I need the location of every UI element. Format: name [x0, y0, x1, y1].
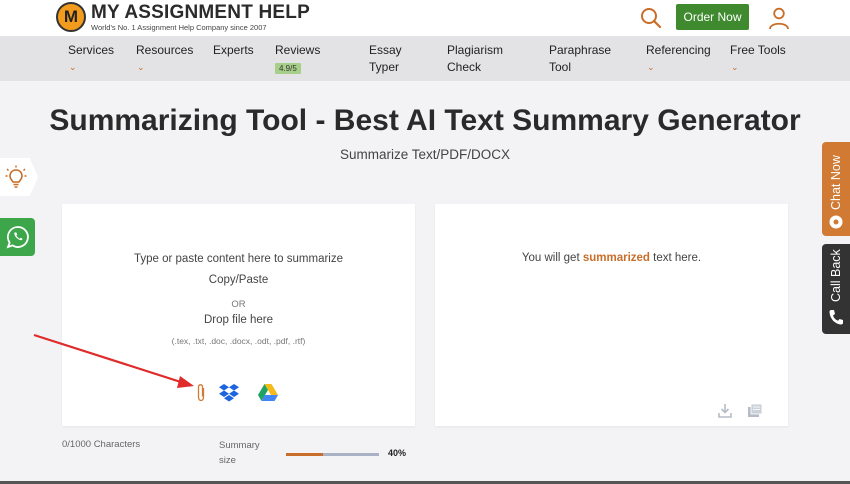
reviews-rating-badge: 4.9/5	[275, 63, 301, 74]
page-subtitle: Summarize Text/PDF/DOCX	[339, 147, 511, 162]
copy-paste-label: Copy/Paste	[208, 274, 269, 286]
character-count: 0/1000 Characters	[62, 439, 141, 450]
logo-text: MY ASSIGNMENT HELP World's No. 1 Assignm…	[91, 3, 310, 32]
summary-size-value: 40%	[388, 448, 407, 458]
chevron-down-icon: ⌄	[647, 62, 655, 72]
nav-plagiarism-line1: Plagiarism	[447, 43, 504, 57]
output-placeholder-highlight: summarized	[582, 252, 650, 264]
nav-essay-typer-line1: Essay	[369, 43, 402, 57]
output-placeholder-pre: You will get	[521, 252, 583, 264]
nav-essay-typer[interactable]: Essay Typer	[369, 42, 402, 76]
chevron-down-icon: ⌄	[731, 62, 739, 72]
ideas-widget[interactable]	[0, 158, 38, 196]
upload-file-button[interactable]	[194, 383, 208, 408]
nav-services[interactable]: Services ⌄	[68, 42, 114, 76]
google-drive-icon	[258, 384, 278, 401]
summary-size-label-line1: Summary	[219, 440, 260, 451]
main-nav: Services ⌄ Resources ⌄ Experts Reviews 4…	[0, 36, 850, 81]
output-placeholder: You will get summarized text here.	[435, 252, 788, 264]
page-title: Summarizing Tool - Best AI Text Summary …	[49, 104, 801, 137]
bulb-icon	[5, 165, 27, 188]
chevron-down-icon: ⌄	[69, 62, 77, 72]
nav-free-tools-label: Free Tools	[730, 43, 786, 57]
nav-paraphrase-line1: Paraphrase	[549, 43, 612, 57]
copy-icon	[748, 403, 763, 417]
nav-free-tools[interactable]: Free Tools ⌄	[730, 42, 786, 76]
summary-size-label-line2: size	[219, 455, 236, 466]
dropbox-upload-button[interactable]	[218, 383, 240, 408]
drop-file-label: Drop file here	[203, 314, 274, 326]
logo-name: MY ASSIGNMENT HELP	[91, 1, 310, 23]
nav-services-label: Services	[68, 43, 115, 57]
summary-size-slider[interactable]	[286, 453, 379, 456]
nav-referencing[interactable]: Referencing ⌄	[646, 42, 711, 76]
site-header: M MY ASSIGNMENT HELP World's No. 1 Assig…	[0, 0, 850, 36]
call-back-tab[interactable]: Call Back	[822, 244, 850, 334]
logo-badge: M	[56, 2, 86, 32]
input-panel[interactable]: Type or paste content here to summarize …	[62, 204, 415, 426]
call-back-label: Call Back	[829, 249, 843, 302]
output-placeholder-post: text here.	[649, 252, 702, 264]
nav-essay-typer-line2: Typer	[369, 60, 400, 74]
output-panel: You will get summarized text here.	[435, 204, 788, 426]
copy-button[interactable]	[747, 403, 763, 423]
chat-now-label: Chat Now	[829, 155, 843, 210]
nav-experts-label: Experts	[213, 43, 254, 57]
search-button[interactable]	[640, 7, 662, 29]
phone-icon	[829, 310, 843, 325]
nav-plagiarism-check[interactable]: Plagiarism Check	[447, 42, 503, 76]
site-logo[interactable]: M MY ASSIGNMENT HELP World's No. 1 Assig…	[56, 2, 310, 32]
nav-resources[interactable]: Resources ⌄	[136, 42, 193, 76]
supported-formats: (.tex, .txt, .doc, .docx, .odt, .pdf, .r…	[171, 336, 306, 346]
user-icon	[769, 7, 789, 30]
whatsapp-icon	[6, 226, 29, 249]
nav-paraphrase-line2: Tool	[549, 60, 572, 74]
input-prompt: Type or paste content here to summarize	[133, 253, 344, 265]
nav-paraphrase-tool[interactable]: Paraphrase Tool	[549, 42, 611, 76]
paperclip-icon	[197, 384, 205, 402]
or-separator: OR	[231, 299, 246, 310]
search-icon	[641, 8, 662, 29]
order-now-button[interactable]: Order Now	[676, 4, 749, 30]
nav-reviews[interactable]: Reviews 4.9/5	[275, 42, 320, 76]
nav-plagiarism-line2: Check	[447, 60, 482, 74]
google-drive-upload-button[interactable]	[257, 383, 279, 408]
chevron-down-icon: ⌄	[137, 62, 145, 72]
dropbox-icon	[219, 384, 239, 402]
download-icon	[718, 404, 732, 418]
summary-size-slider-fill	[286, 453, 324, 456]
nav-referencing-label: Referencing	[646, 43, 711, 57]
download-button[interactable]	[718, 403, 732, 423]
nav-experts[interactable]: Experts	[213, 42, 254, 59]
nav-reviews-label: Reviews	[275, 43, 321, 57]
chat-icon	[829, 215, 843, 229]
account-button[interactable]	[767, 6, 791, 30]
whatsapp-button[interactable]	[0, 218, 35, 256]
nav-resources-label: Resources	[136, 43, 194, 57]
chat-now-tab[interactable]: Chat Now	[822, 142, 850, 236]
logo-tagline: World's No. 1 Assignment Help Company si…	[91, 22, 267, 32]
